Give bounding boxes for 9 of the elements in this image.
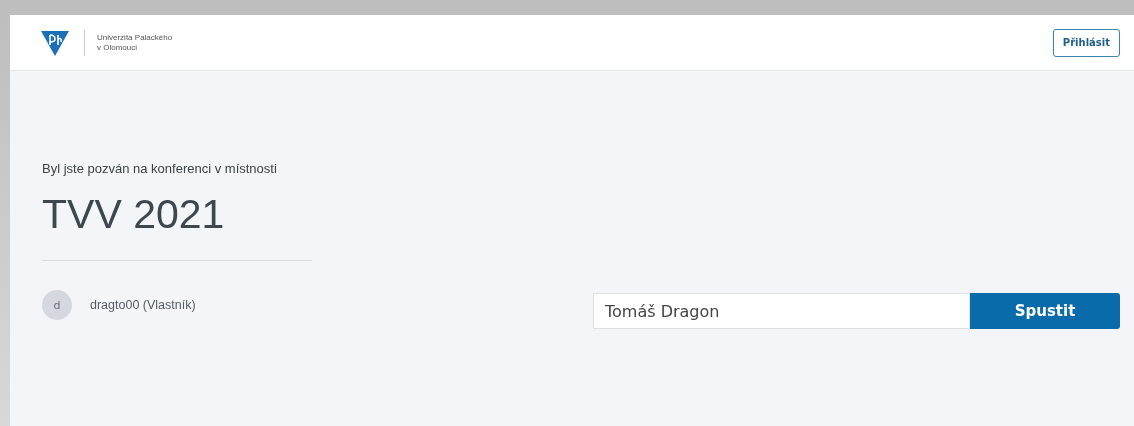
owner-avatar: d xyxy=(42,290,72,320)
owner-name: dragto00 (Vlastník) xyxy=(90,298,196,312)
university-name: Univerzita Palackého v Olomouci xyxy=(97,32,173,53)
invitation-text: Byl jste pozván na konferenci v místnosti xyxy=(42,161,278,176)
login-button[interactable]: Přihlásit xyxy=(1052,28,1120,57)
university-logo-icon xyxy=(40,28,70,57)
room-title: TVV 2021 xyxy=(42,190,226,238)
name-input-field[interactable]: Tomáš Dragon xyxy=(593,293,970,329)
start-button[interactable]: Spustit xyxy=(970,293,1120,329)
